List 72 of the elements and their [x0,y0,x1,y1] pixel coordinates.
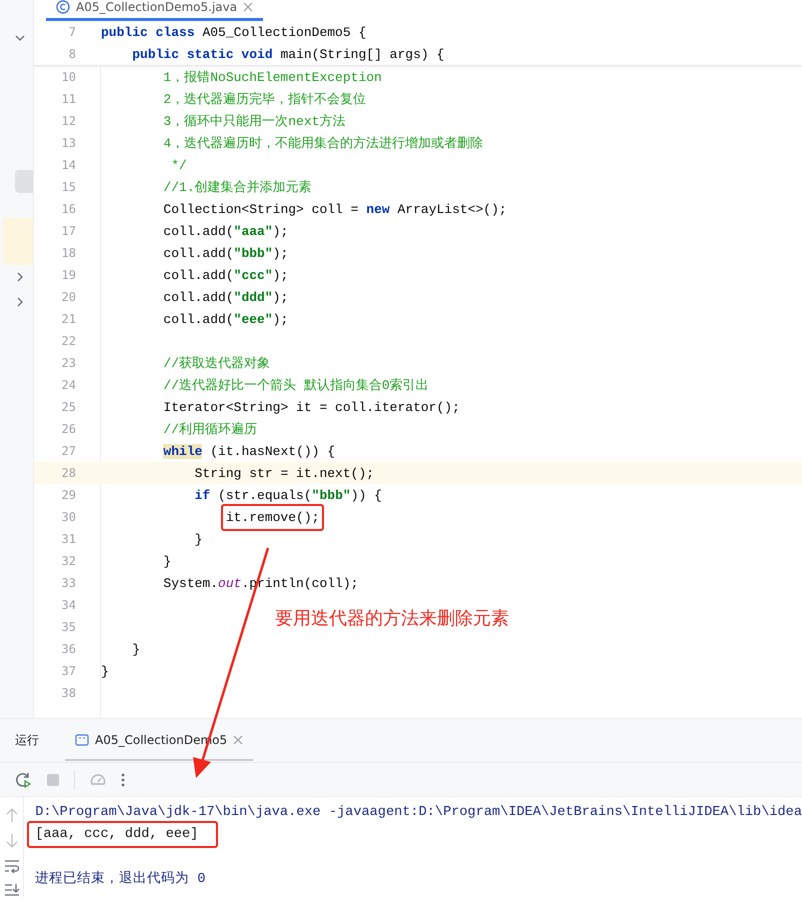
line-number: 32 [60,554,77,568]
line-number: 29 [60,488,77,502]
line-number: 35 [60,620,77,634]
console-line: D:\Program\Java\jdk-17\bin\java.exe -javaagent:D:\Program\IDEA\JetBrains\IntelliJIDEA\lib\idea [35,804,802,820]
code-line: while (it.hasNext()) { [162,444,336,458]
code-line: if (str.equals("bbb")) { [194,488,382,502]
line-number: 15 [60,180,77,194]
code-line: public static void main(String[] args) { [131,46,444,62]
code-line: 1，报错NoSuchElementException [162,70,382,85]
annotation-text: 要用迭代器的方法来删除元素 [275,608,509,629]
line-number: 28 [60,466,77,480]
line-number: 18 [60,246,77,260]
gutter-marker [3,218,33,265]
line-number: 13 [60,136,77,150]
line-number: 21 [60,312,77,326]
editor-tab[interactable]: A05_CollectionDemo5.java [46,0,264,21]
console-line: 进程已结束，退出代码为 0 [35,870,206,887]
line-number: 24 [60,378,77,392]
line-number: 33 [60,576,77,590]
code-line: */ [170,158,187,172]
code-line: //利用循环遍历 [162,422,258,437]
line-number: 20 [60,290,77,304]
code-line: //获取迭代器对象 [162,356,270,371]
line-number: 34 [60,598,77,612]
code-line: } [162,554,172,568]
close-icon[interactable] [243,2,254,12]
code-line: 3，循环中只能用一次next方法 [162,114,346,129]
line-number: 19 [60,268,77,282]
line-number: 17 [60,224,77,238]
console-line: [aaa, ccc, ddd, eee] [35,826,198,842]
code-line: it.remove(); [226,510,320,524]
line-number: 37 [60,664,77,678]
rerun-icon[interactable] [14,770,32,788]
line-number: 8 [68,47,77,61]
code-line: } [131,642,140,656]
panel-title: 运行 [15,732,39,749]
line-number: 30 [60,510,77,524]
line-number: 27 [60,444,77,458]
line-number: 26 [60,422,77,436]
code-line: coll.add("eee"); [162,312,288,326]
code-line: String str = it.next(); [194,466,374,480]
code-line: coll.add("bbb"); [162,246,288,260]
code-line: Iterator<String> it = coll.iterator(); [162,400,460,414]
line-number: 7 [68,25,77,39]
line-number: 14 [60,158,77,172]
code-line: } [194,532,202,546]
line-number: 36 [60,642,77,656]
code-line: Collection<String> coll = new ArrayList<>(); [162,202,507,216]
scroll-end-icon[interactable] [4,883,20,897]
code-line: coll.add("ccc"); [162,268,288,282]
window-icon [75,734,89,746]
code-line: coll.add("aaa"); [162,224,288,238]
close-icon[interactable] [233,734,244,744]
line-number: 25 [60,400,77,414]
line-number: 16 [60,202,77,216]
wrap-icon[interactable] [4,859,20,873]
line-number: 11 [60,92,77,106]
code-line: 2，迭代器遍历完毕，指针不会复位 [162,92,366,107]
code-line: public class A05_CollectionDemo5 { [101,24,366,40]
more-icon[interactable] [121,772,125,786]
line-number: 22 [60,334,77,348]
line-number: 12 [60,114,77,128]
line-number: 10 [60,70,77,84]
code-line: //1.创建集合并添加元素 [162,180,312,195]
class-icon [56,0,70,14]
code-line: //迭代器好比一个箭头 默认指向集合0索引出 [162,378,429,393]
line-number: 31 [60,532,77,546]
code-line: coll.add("ddd"); [162,290,288,304]
line-number: 38 [60,686,77,700]
line-number: 23 [60,356,77,370]
code-line: 4，迭代器遍历时，不能用集合的方法进行增加或者删除 [162,136,484,151]
code-line: } [101,664,109,678]
